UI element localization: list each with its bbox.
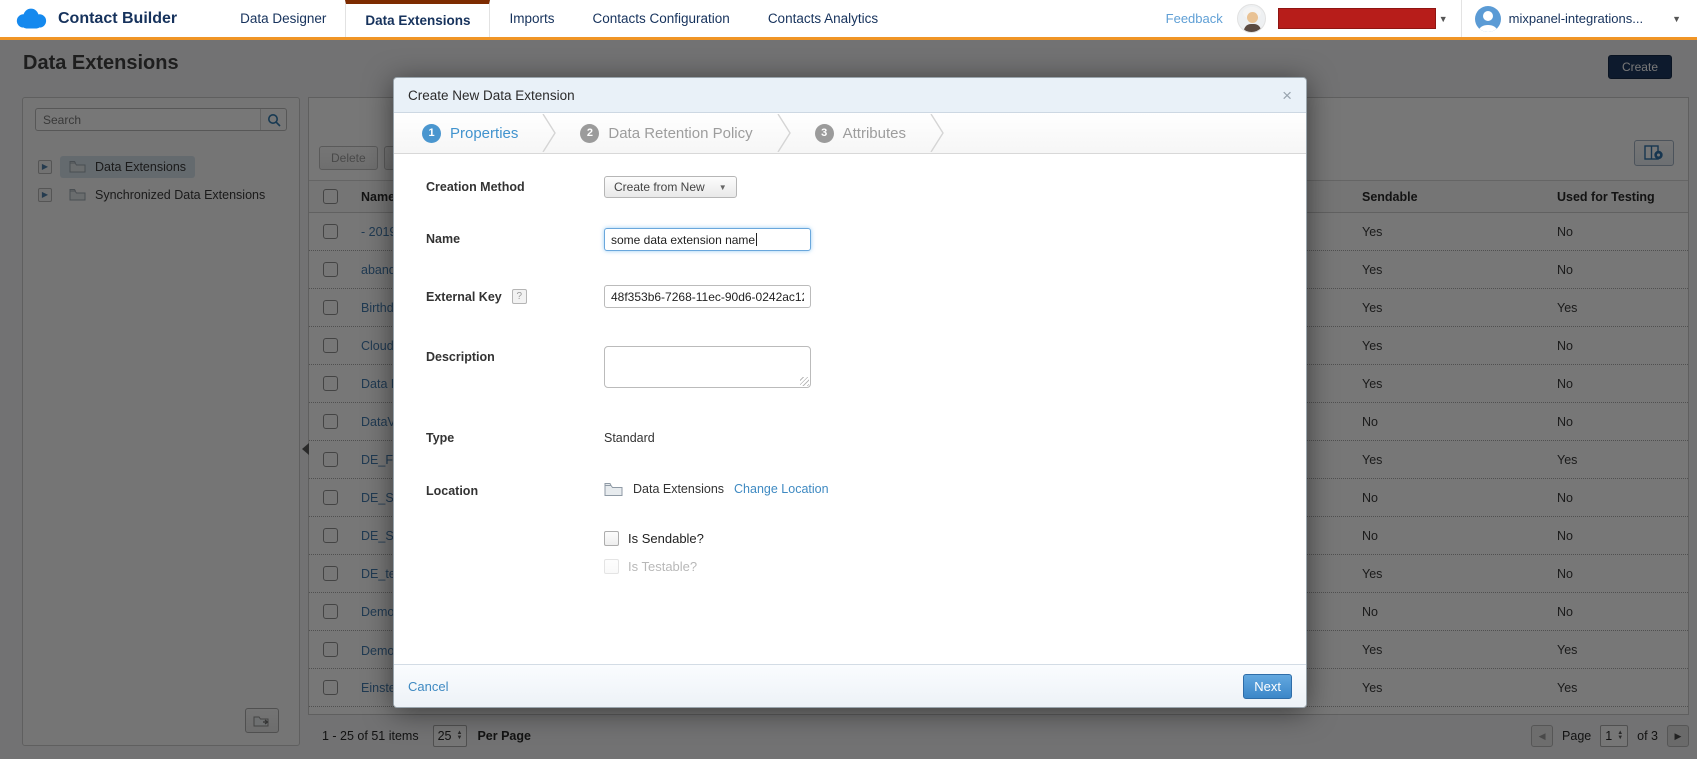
type-label: Type xyxy=(426,427,604,445)
creation-method-value: Create from New xyxy=(614,180,705,194)
tab-contacts-configuration[interactable]: Contacts Configuration xyxy=(573,0,748,37)
creation-method-dropdown[interactable]: Create from New ▼ xyxy=(604,176,737,198)
modal-body: Creation Method Create from New ▼ Name s… xyxy=(394,154,1306,574)
user-avatar[interactable] xyxy=(1475,6,1501,32)
tab-data-designer[interactable]: Data Designer xyxy=(221,0,345,37)
location-value: Data Extensions xyxy=(633,482,724,496)
top-nav: Contact Builder Data Designer Data Exten… xyxy=(0,0,1697,40)
modal-header: Create New Data Extension × xyxy=(394,78,1306,113)
description-label: Description xyxy=(426,346,604,364)
brand: Contact Builder xyxy=(0,0,221,37)
create-data-extension-modal: Create New Data Extension × 1 Properties… xyxy=(393,77,1307,708)
tab-data-extensions[interactable]: Data Extensions xyxy=(345,0,490,37)
is-sendable-label: Is Sendable? xyxy=(628,531,704,546)
step-separator-icon xyxy=(930,114,944,152)
modal-title: Create New Data Extension xyxy=(408,88,575,103)
help-icon[interactable]: ? xyxy=(512,289,527,304)
step-number: 3 xyxy=(815,124,834,143)
is-sendable-row: Is Sendable? xyxy=(604,531,704,546)
external-key-input[interactable] xyxy=(604,285,811,308)
step-separator-icon xyxy=(542,114,556,152)
close-icon[interactable]: × xyxy=(1282,87,1292,104)
type-value: Standard xyxy=(604,427,655,445)
account-chevron-down-icon[interactable]: ▼ xyxy=(1672,14,1681,24)
step-number: 1 xyxy=(422,124,441,143)
chevron-down-icon: ▼ xyxy=(719,183,727,192)
app-title: Contact Builder xyxy=(58,10,177,28)
name-label: Name xyxy=(426,228,604,246)
cancel-link[interactable]: Cancel xyxy=(408,679,448,694)
step-data-retention-policy[interactable]: 2 Data Retention Policy xyxy=(580,124,752,143)
step-label: Properties xyxy=(450,125,518,142)
text-cursor xyxy=(756,233,757,246)
is-sendable-checkbox[interactable] xyxy=(604,531,619,546)
nav-right: Feedback ▼ mixpanel-integrations... ▼ xyxy=(1166,0,1697,37)
folder-icon xyxy=(604,482,623,496)
resize-grip-icon[interactable] xyxy=(800,377,809,386)
cloud-logo-icon xyxy=(14,7,48,31)
redacted-account-block[interactable] xyxy=(1278,8,1436,29)
step-label: Attributes xyxy=(843,125,906,142)
nav-divider xyxy=(1461,0,1462,37)
nav-tabs: Data Designer Data Extensions Imports Co… xyxy=(221,0,897,37)
einstein-avatar[interactable] xyxy=(1237,4,1266,33)
is-testable-row: Is Testable? xyxy=(604,559,697,574)
step-label: Data Retention Policy xyxy=(608,125,752,142)
wizard-steps: 1 Properties 2 Data Retention Policy 3 A… xyxy=(394,113,1306,154)
step-properties[interactable]: 1 Properties xyxy=(422,124,518,143)
name-input[interactable]: some data extension name xyxy=(604,228,811,251)
tab-imports[interactable]: Imports xyxy=(490,0,573,37)
description-textarea[interactable] xyxy=(604,346,811,388)
modal-footer: Cancel Next xyxy=(394,664,1306,707)
next-button[interactable]: Next xyxy=(1243,674,1292,699)
step-number: 2 xyxy=(580,124,599,143)
is-testable-checkbox xyxy=(604,559,619,574)
feedback-link[interactable]: Feedback xyxy=(1166,11,1223,26)
location-label: Location xyxy=(426,480,604,498)
step-separator-icon xyxy=(777,114,791,152)
change-location-link[interactable]: Change Location xyxy=(734,482,829,496)
step-attributes[interactable]: 3 Attributes xyxy=(815,124,906,143)
chevron-down-icon[interactable]: ▼ xyxy=(1439,14,1448,24)
account-name: mixpanel-integrations... xyxy=(1509,11,1643,26)
creation-method-label: Creation Method xyxy=(426,176,604,194)
name-input-value: some data extension name xyxy=(611,233,755,247)
tab-contacts-analytics[interactable]: Contacts Analytics xyxy=(749,0,897,37)
external-key-label: External Key xyxy=(426,290,502,304)
is-testable-label: Is Testable? xyxy=(628,559,697,574)
